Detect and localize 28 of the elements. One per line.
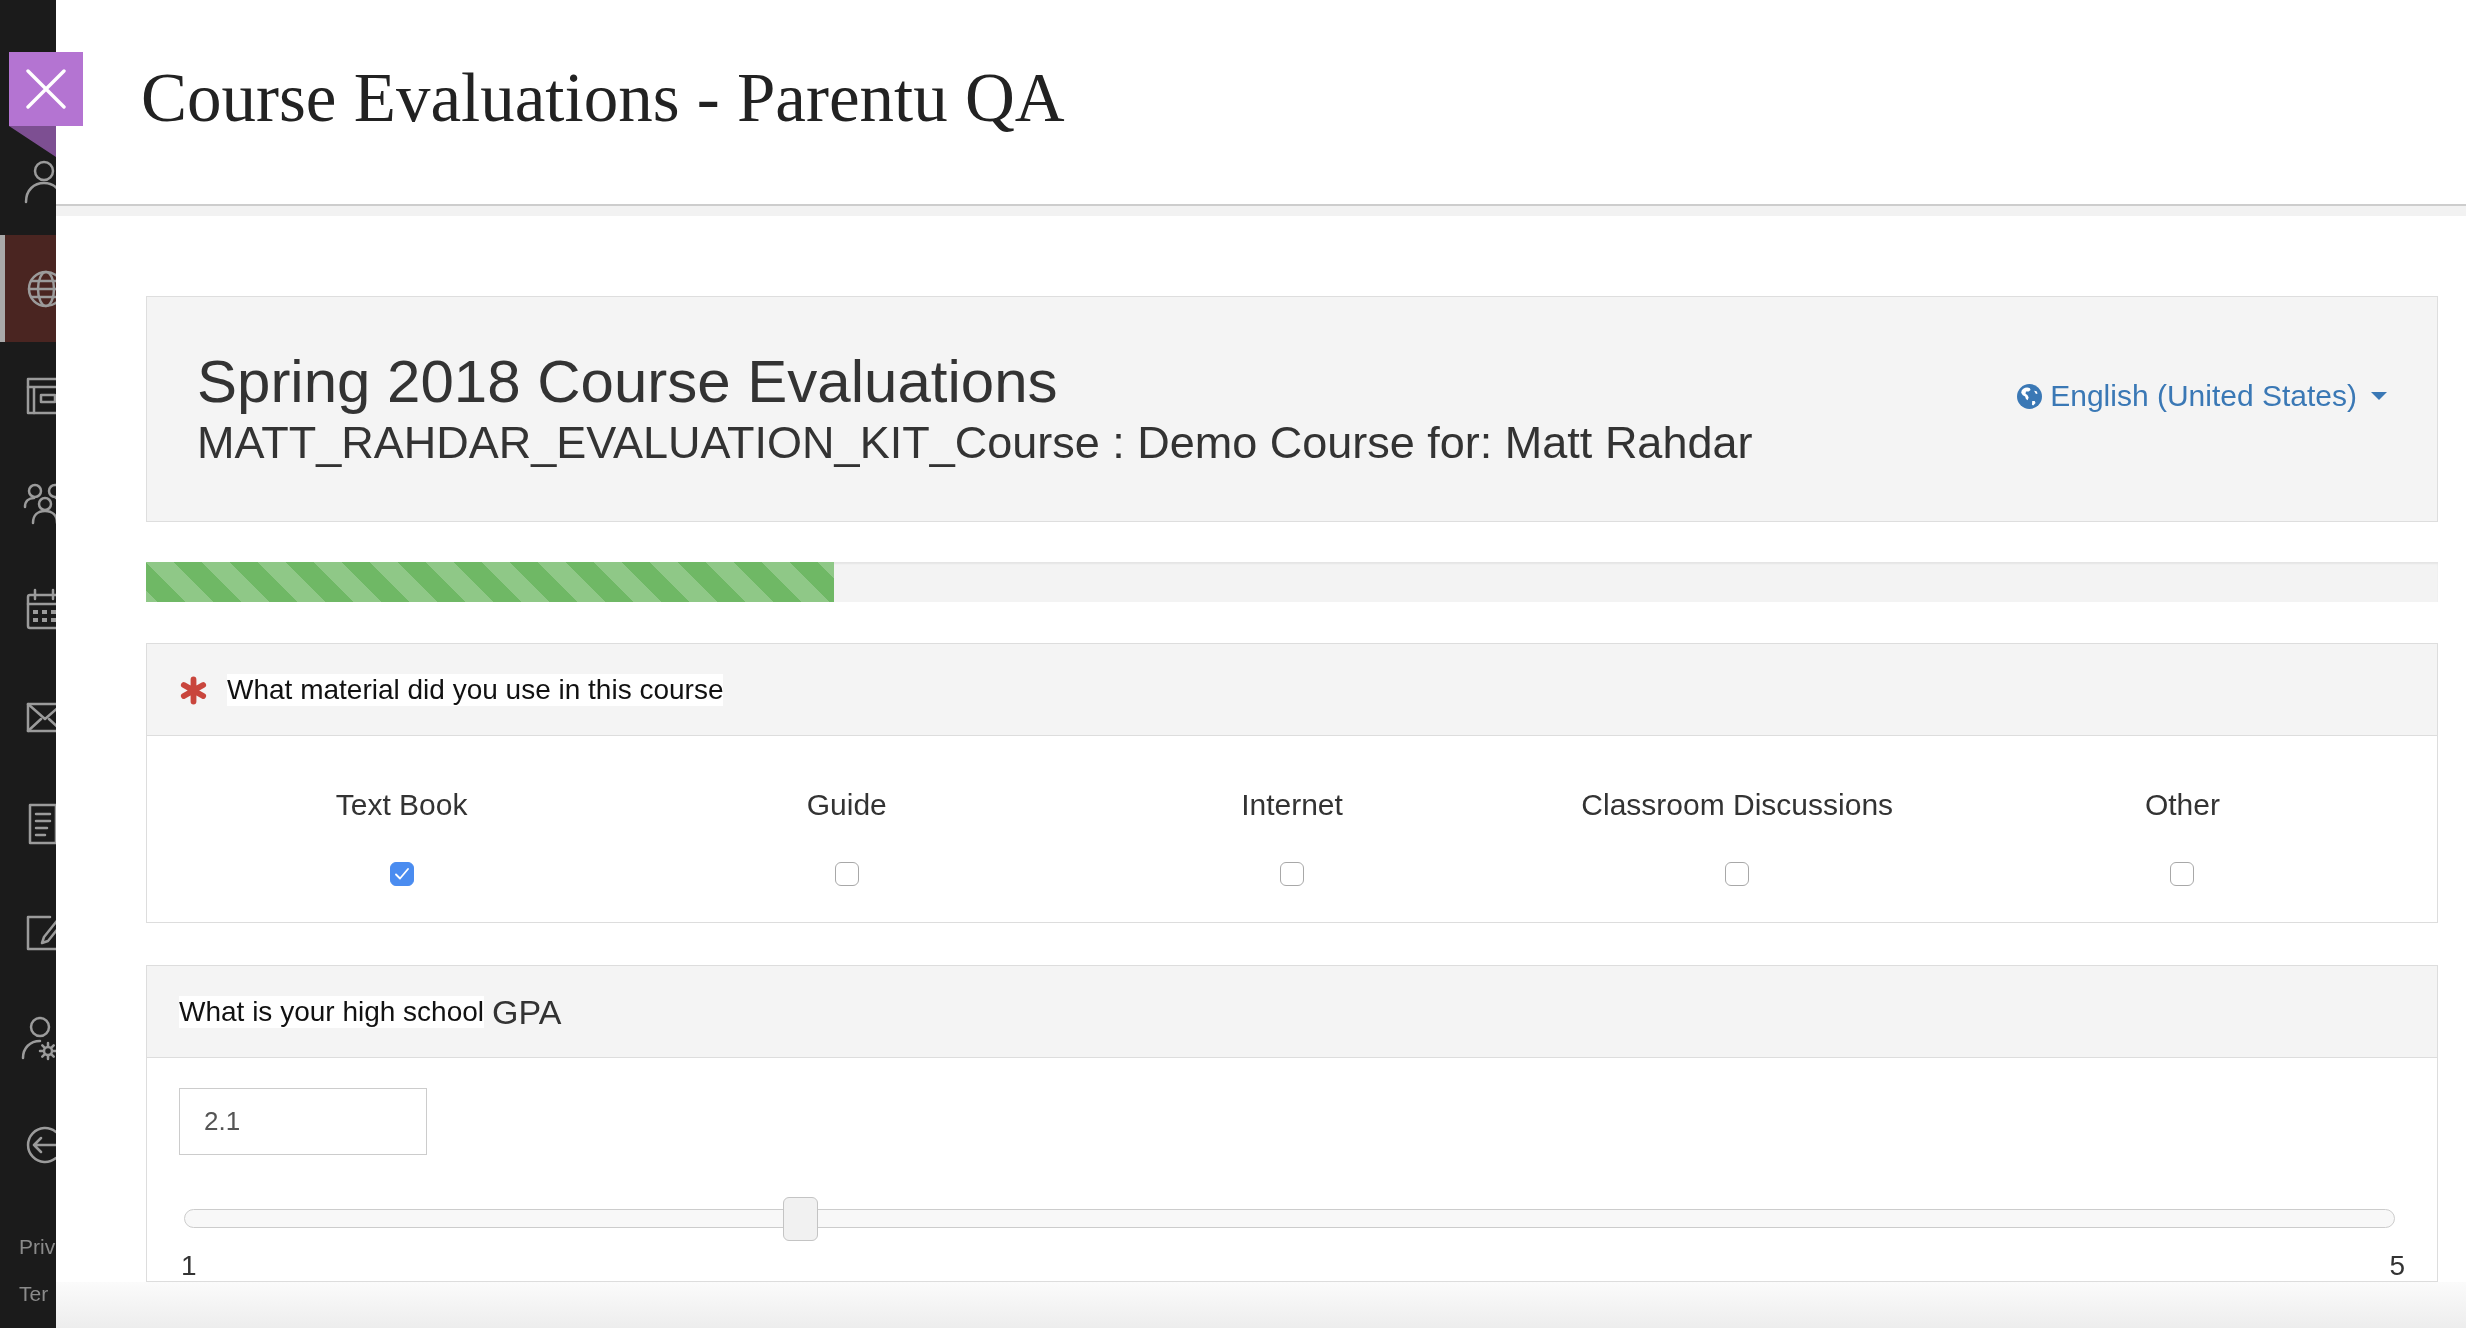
- option-label: Classroom Discussions: [1581, 787, 1894, 823]
- evaluation-title: Spring 2018 Course Evaluations: [197, 349, 1058, 415]
- checkbox[interactable]: [1725, 862, 1750, 886]
- sidebar-nav-item[interactable]: [0, 235, 56, 342]
- course-subtitle: MATT_RAHDAR_EVALUATION_KIT_Course : Demo Course for: Matt Rahdar: [197, 418, 1753, 468]
- checkbox[interactable]: [1280, 862, 1304, 886]
- close-icon: [26, 69, 66, 109]
- slider-thumb[interactable]: [782, 1197, 818, 1241]
- footer-link[interactable]: Ter: [19, 1279, 49, 1309]
- footer-link[interactable]: Priv: [19, 1232, 56, 1262]
- checkbox[interactable]: [2170, 862, 2195, 886]
- scale-min-label: 1: [181, 1251, 197, 1281]
- option-label: Other: [2144, 787, 2220, 823]
- question-keyword: GPA: [492, 992, 562, 1031]
- checkmark-icon: [394, 868, 409, 880]
- question-text: What material did you use in this course: [227, 673, 724, 706]
- question-text: What is your high school: [179, 995, 485, 1028]
- scale-max-label: 5: [2389, 1251, 2405, 1281]
- option-label: Text Book: [335, 787, 468, 823]
- checkbox[interactable]: [389, 862, 414, 886]
- number-input-field[interactable]: 2.1: [179, 1088, 427, 1155]
- checkbox[interactable]: [834, 862, 859, 886]
- globe-icon: [2017, 383, 2043, 409]
- option-label: Guide: [806, 787, 887, 823]
- language-dropdown[interactable]: English (United States): [2017, 378, 2387, 414]
- option-label: Internet: [1241, 787, 1343, 823]
- page-title: Course Evaluations - Parentu QA: [141, 64, 1065, 133]
- caret-icon: [2371, 392, 2387, 400]
